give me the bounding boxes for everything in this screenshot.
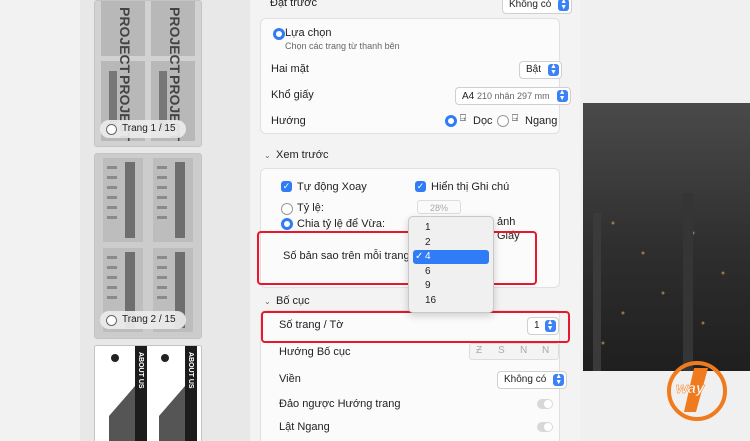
chevron-updown-icon: ▲ ▼ bbox=[558, 0, 570, 11]
portrait-label: Dọc bbox=[473, 115, 493, 127]
thumbnail-3-image bbox=[95, 346, 201, 441]
landscape-icon: ⍈ bbox=[512, 113, 518, 124]
auto-rotate-label: Tự động Xoay bbox=[297, 181, 367, 193]
landscape-label: Ngang bbox=[525, 115, 558, 127]
scale-input[interactable]: 28% bbox=[417, 200, 461, 214]
duplex-popup[interactable]: Bật ▲ ▼ bbox=[519, 61, 563, 79]
preview-header[interactable]: Xem trước bbox=[276, 149, 328, 161]
border-popup[interactable]: Không có ▲ ▼ bbox=[497, 371, 568, 389]
flip-horizontal-label: Lật Ngang bbox=[279, 421, 330, 433]
selection-radio[interactable] bbox=[273, 28, 285, 40]
layout-direction-label: Hướng Bố cục bbox=[279, 346, 351, 358]
page-thumbnail-sidebar[interactable]: PROJECT PROJECT PROJECT PROJECT Trang 1 … bbox=[80, 0, 251, 441]
logo-text: way bbox=[676, 380, 705, 398]
page-1-label[interactable]: Trang 1 / 15 bbox=[100, 120, 186, 138]
page-2-label-text: Trang 2 / 15 bbox=[122, 314, 176, 325]
show-notes-checkbox[interactable]: ✓ bbox=[415, 181, 426, 192]
page-2-radio[interactable] bbox=[106, 315, 117, 326]
menu-item[interactable]: 1 bbox=[413, 221, 489, 235]
n-reverse-direction-icon[interactable]: N bbox=[520, 345, 527, 356]
duplex-value: Bật bbox=[526, 64, 542, 75]
highlight-pages-per-sheet bbox=[261, 311, 570, 343]
background-left bbox=[0, 0, 80, 441]
menu-item[interactable]: 2 bbox=[413, 236, 489, 250]
menu-item-selected[interactable]: ✓ 4 bbox=[413, 250, 489, 264]
menu-item-text: 1 bbox=[425, 222, 431, 233]
page-thumbnail-3[interactable]: ABOUT US ABOUT US bbox=[94, 345, 202, 441]
border-label: Viền bbox=[279, 373, 301, 385]
background-city-photo bbox=[583, 103, 750, 371]
menu-item-text: 4 bbox=[425, 251, 431, 262]
n-direction-icon[interactable]: N bbox=[542, 345, 549, 356]
chevron-updown-icon: ▲ ▼ bbox=[556, 89, 568, 102]
menu-item-text: 2 bbox=[425, 237, 431, 248]
show-notes-label: Hiển thị Ghi chú bbox=[431, 181, 510, 193]
reverse-orientation-label: Đảo ngược Hướng trang bbox=[279, 398, 401, 410]
menu-item-text: 6 bbox=[425, 266, 431, 277]
layout-header[interactable]: Bố cục bbox=[276, 295, 310, 307]
chevron-updown-icon: ▲ ▼ bbox=[553, 373, 565, 386]
thumbnail-1-title-b: PROJECT bbox=[167, 7, 183, 74]
reverse-orientation-toggle[interactable] bbox=[537, 399, 553, 409]
pages-group: Lựa chọn Chọn các trang từ thanh bên Hai… bbox=[260, 18, 571, 134]
checkmark-icon: ✓ bbox=[415, 251, 424, 262]
paper-size-popup[interactable]: A4 210 nhân 297 mm ▲ ▼ bbox=[455, 87, 571, 105]
z-direction-icon[interactable]: Ƶ bbox=[476, 345, 482, 356]
paper-size-label: Khổ giấy bbox=[271, 89, 314, 101]
orientation-label: Hướng bbox=[271, 115, 306, 127]
preset-popup[interactable]: Không có ▲ ▼ bbox=[502, 0, 573, 14]
layout-direction-segments[interactable]: Ƶ S N N bbox=[469, 343, 559, 360]
preset-value: Không có bbox=[509, 0, 552, 10]
auto-rotate-checkbox[interactable]: ✓ bbox=[281, 181, 292, 192]
chevron-down-icon[interactable]: ⌄ bbox=[264, 297, 271, 306]
page-1-label-text: Trang 1 / 15 bbox=[122, 123, 176, 134]
thumbnail-3-title-b: ABOUT US bbox=[187, 352, 194, 389]
selection-label: Lựa chọn bbox=[285, 27, 332, 39]
s-direction-icon[interactable]: S bbox=[498, 345, 505, 356]
thumbnail-1-title-a: PROJECT bbox=[117, 7, 133, 74]
flip-horizontal-toggle[interactable] bbox=[537, 422, 553, 432]
menu-item[interactable]: 9 bbox=[413, 279, 489, 293]
selection-sub: Chọn các trang từ thanh bên bbox=[285, 41, 400, 51]
portrait-icon: ⍈ bbox=[460, 113, 466, 124]
chevron-down-icon[interactable]: ⌄ bbox=[264, 151, 271, 160]
menu-item-text: 16 bbox=[425, 295, 437, 306]
thumbnail-3-title-a: ABOUT US bbox=[137, 352, 144, 389]
border-value: Không có bbox=[504, 374, 547, 385]
preset-label: Đặt trước bbox=[270, 0, 317, 9]
chevron-updown-icon: ▲ ▼ bbox=[548, 63, 560, 76]
scale-label: Tỷ lệ: bbox=[297, 202, 324, 214]
watermark-logo: way bbox=[666, 360, 728, 422]
page-2-label[interactable]: Trang 2 / 15 bbox=[100, 311, 186, 329]
paper-size-value: A4 bbox=[462, 91, 475, 102]
fit-label: Chia tỷ lệ để Vừa: bbox=[297, 218, 386, 230]
landscape-radio[interactable] bbox=[497, 115, 509, 127]
duplex-label: Hai mặt bbox=[271, 63, 309, 75]
menu-item[interactable]: 16 bbox=[413, 294, 489, 308]
copies-per-page-menu[interactable]: 1 2 ✓ 4 6 9 16 bbox=[408, 216, 494, 313]
highlight-copies-per-page bbox=[257, 231, 537, 285]
page-1-radio[interactable] bbox=[106, 124, 117, 135]
fit-radio[interactable] bbox=[281, 218, 293, 230]
scale-radio[interactable] bbox=[281, 203, 293, 215]
menu-item-text: 9 bbox=[425, 280, 431, 291]
menu-item[interactable]: 6 bbox=[413, 265, 489, 279]
city-lights-image bbox=[593, 193, 725, 371]
fit-option-partial-1: ảnh bbox=[497, 216, 516, 228]
paper-size-sub: 210 nhân 297 mm bbox=[477, 91, 550, 101]
portrait-radio[interactable] bbox=[445, 115, 457, 127]
